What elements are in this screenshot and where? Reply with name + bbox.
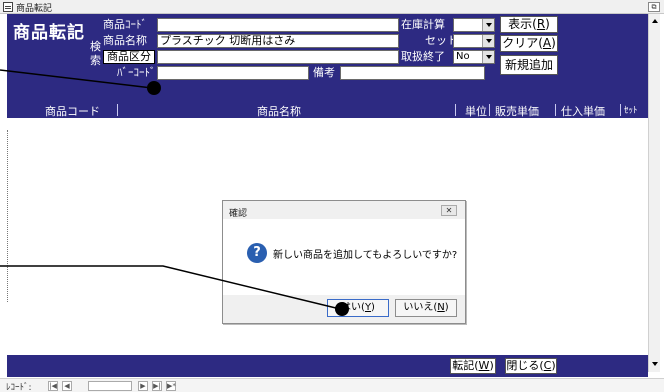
yes-button[interactable]: はい(Y) <box>327 299 389 317</box>
column-header-sale-price: 販売単価 <box>495 105 539 118</box>
column-header-code: 商品コード <box>45 105 100 118</box>
clear-button[interactable]: クリア(A) <box>500 35 558 52</box>
vertical-scrollbar[interactable] <box>648 14 660 372</box>
scroll-up-icon[interactable] <box>650 16 660 28</box>
show-button[interactable]: 表示(R) <box>500 16 558 33</box>
stock-calc-select[interactable] <box>453 18 495 32</box>
product-name-label: 商品名称 <box>103 34 147 47</box>
close-button[interactable]: 閉じる(C) <box>505 358 557 374</box>
set-select[interactable] <box>453 34 495 48</box>
scroll-down-icon[interactable] <box>650 358 660 370</box>
next-record-icon[interactable]: ▶ <box>138 381 148 391</box>
confirm-dialog: 確認 ✕ ? 新しい商品を追加してもよろしいですか? はい(Y) いいえ(N) <box>222 200 466 324</box>
detail-section-border <box>7 130 8 302</box>
chevron-down-icon[interactable] <box>482 35 494 47</box>
column-header-set: ｾｯﾄ <box>624 106 638 116</box>
remarks-label: 備考 <box>313 66 335 79</box>
column-divider <box>555 104 556 116</box>
search-tag: 検索 <box>90 40 101 67</box>
barcode-input[interactable] <box>157 66 309 80</box>
discontinued-select[interactable]: No <box>453 50 495 64</box>
close-icon[interactable]: ✕ <box>441 205 457 216</box>
product-category-input[interactable] <box>157 50 399 64</box>
dialog-message: 新しい商品を追加してもよろしいですか? <box>273 250 458 261</box>
record-number-input[interactable] <box>88 381 132 391</box>
chevron-down-icon[interactable] <box>482 19 494 31</box>
transfer-button[interactable]: 転記(W) <box>450 358 496 374</box>
form-title: 商品転記 <box>13 23 85 43</box>
remarks-input[interactable] <box>340 66 485 80</box>
column-divider <box>620 104 621 116</box>
prev-record-icon[interactable]: ◀ <box>62 381 72 391</box>
restore-icon[interactable]: ⧉ <box>648 2 660 12</box>
product-code-input[interactable] <box>157 18 399 32</box>
add-new-button[interactable]: 新規追加 <box>500 55 558 75</box>
new-record-icon[interactable]: ▶* <box>166 381 176 391</box>
last-record-icon[interactable]: ▶| <box>152 381 162 391</box>
form-footer: 転記(W) 閉じる(C) <box>7 355 648 377</box>
form-icon <box>3 2 13 12</box>
search-header: 商品転記 検索 商品ｺｰﾄﾞ 商品名称 プラスチック 切断用はさみ 商品区分 ﾊ… <box>7 14 648 102</box>
record-navigator: ﾚｺｰﾄﾞ: |◀ ◀ ▶ ▶| ▶* <box>0 378 664 392</box>
first-record-icon[interactable]: |◀ <box>48 381 58 391</box>
column-header-name: 商品名称 <box>257 105 301 118</box>
product-category-label: 商品区分 <box>103 50 155 64</box>
barcode-label: ﾊﾞｰｺｰﾄﾞ <box>117 66 156 79</box>
title-bar: 商品転記 ⧉ <box>0 0 664 14</box>
dialog-body: ? 新しい商品を追加してもよろしいですか? <box>223 219 465 295</box>
discontinued-label: 取扱終了 <box>401 50 445 63</box>
column-divider <box>455 104 456 116</box>
column-header-purchase-price: 仕入単価 <box>561 105 605 118</box>
dialog-title: 確認 <box>229 209 248 219</box>
question-icon: ? <box>247 243 267 263</box>
product-code-label: 商品ｺｰﾄﾞ <box>103 18 147 31</box>
column-divider <box>117 104 118 116</box>
stock-calc-label: 在庫計算 <box>401 18 445 31</box>
record-label: ﾚｺｰﾄﾞ: <box>6 383 32 392</box>
discontinued-value: No <box>456 51 470 62</box>
chevron-down-icon[interactable] <box>482 51 494 63</box>
table-header: 商品コード 商品名称 単位 販売単価 仕入単価 ｾｯﾄ <box>7 102 648 118</box>
column-header-unit: 単位 <box>465 105 487 118</box>
window-title: 商品転記 <box>16 4 53 14</box>
product-name-input[interactable]: プラスチック 切断用はさみ <box>157 34 399 48</box>
column-divider <box>489 104 490 116</box>
no-button[interactable]: いいえ(N) <box>395 299 457 317</box>
